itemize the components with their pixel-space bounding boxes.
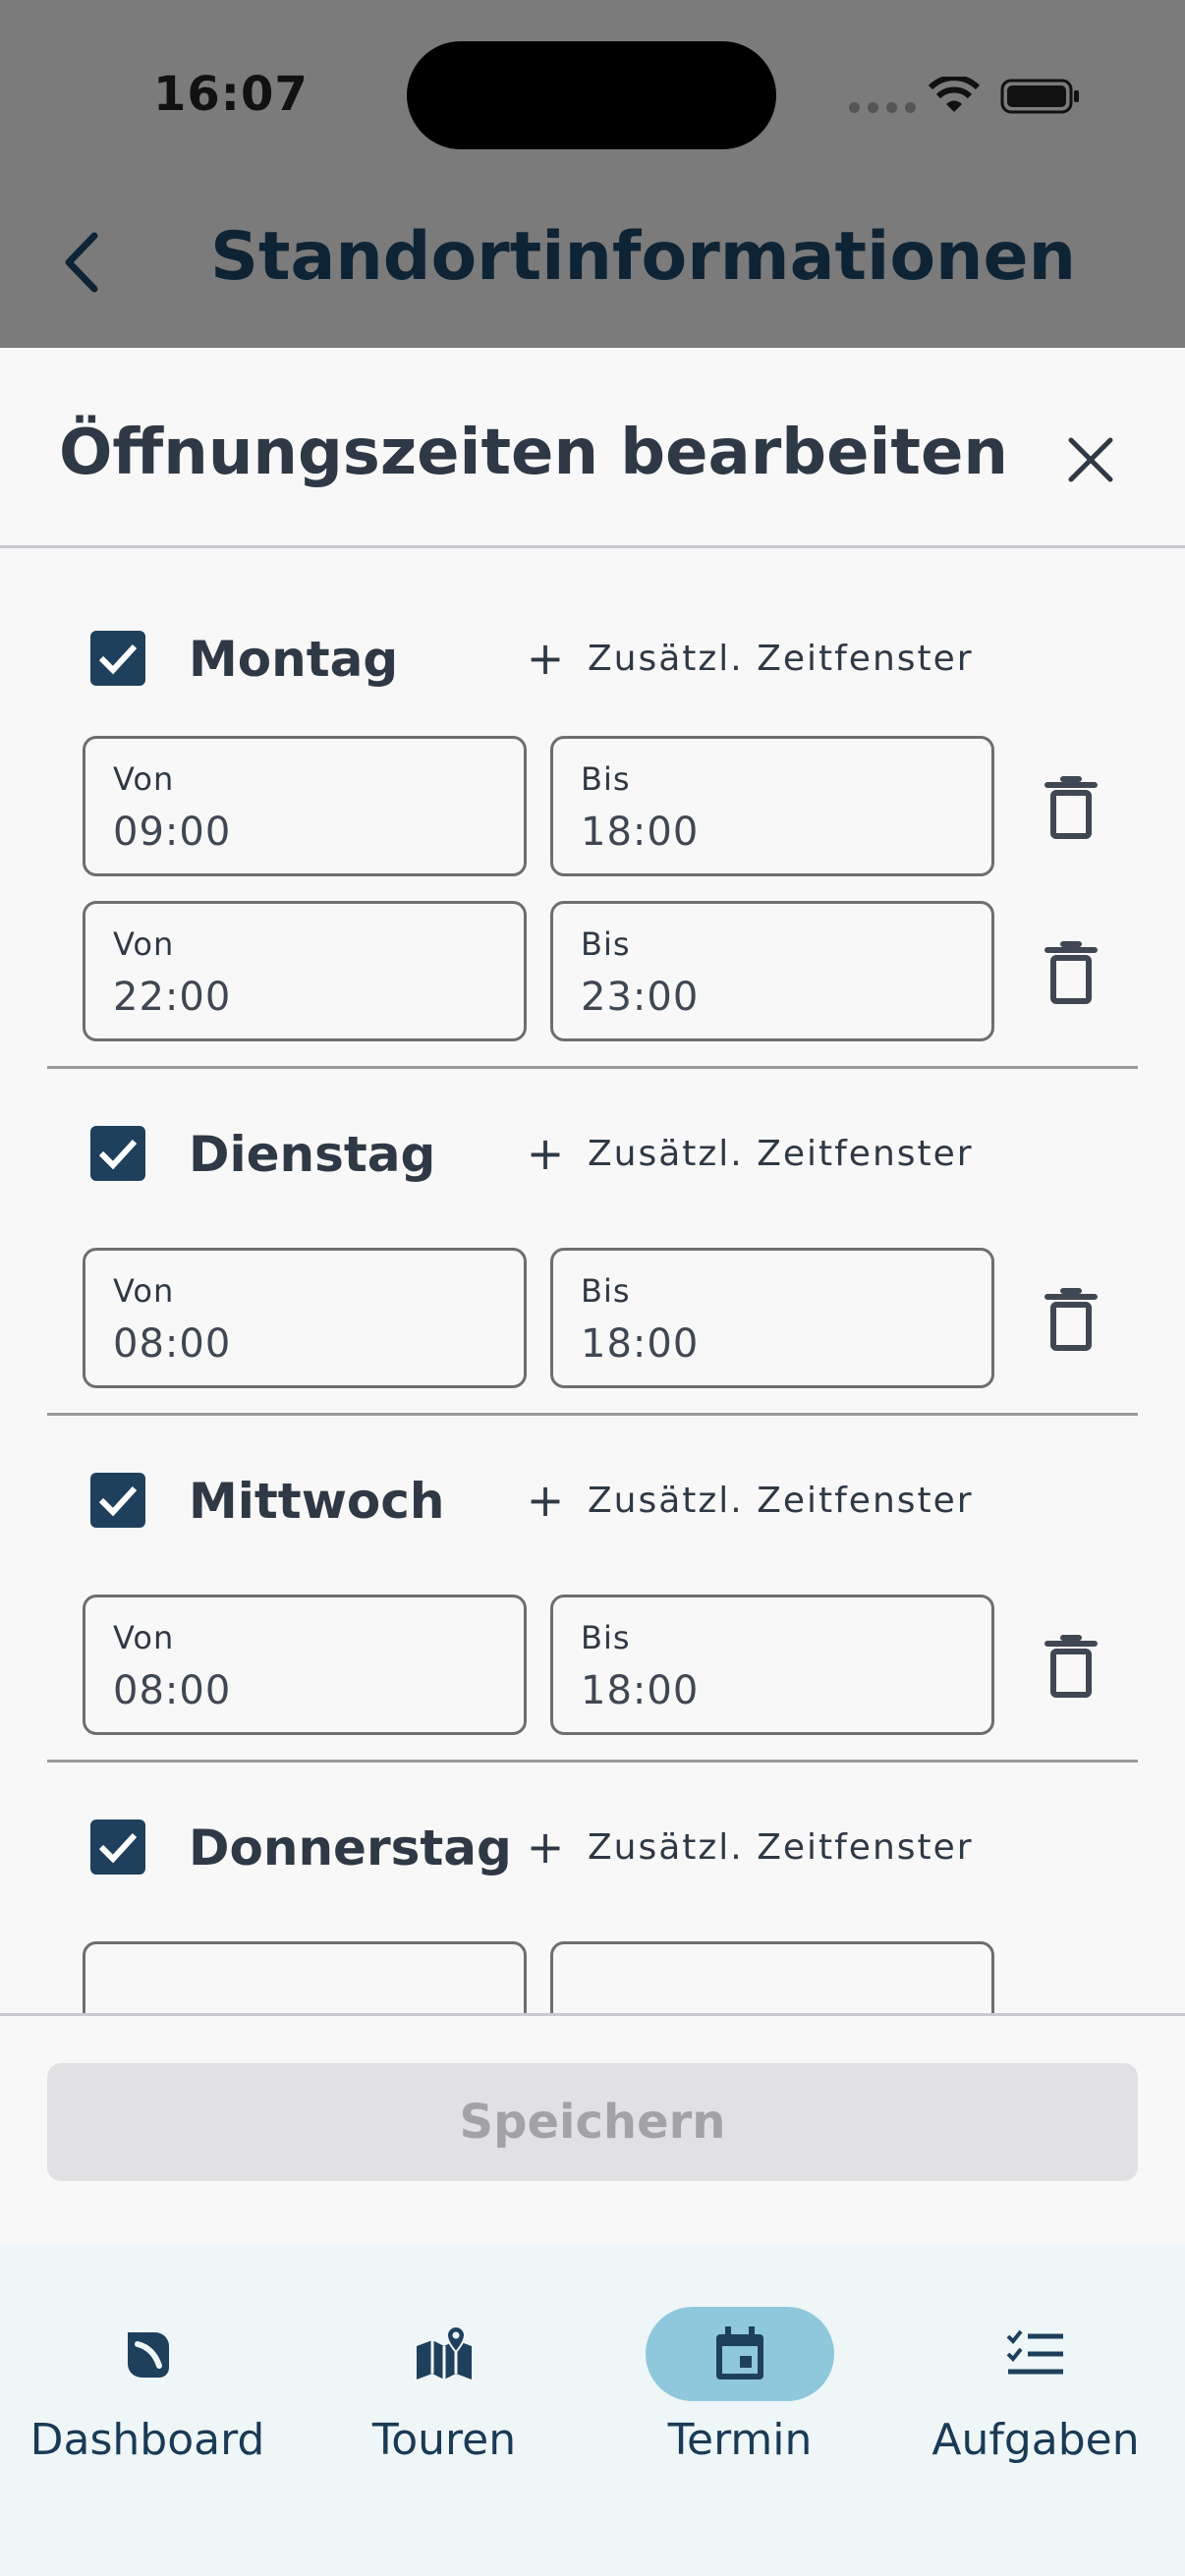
from-value: 22:00 (113, 975, 232, 1020)
to-label: Bis (581, 760, 631, 798)
add-time-slot-label: Zusätzl. Zeitfenster (588, 1480, 974, 1521)
dashboard-icon (128, 2332, 169, 2378)
screen: 16:07 Standortinformationen Öffnungszeit… (0, 0, 1185, 2576)
calendar-icon (716, 2326, 763, 2380)
add-time-slot-button[interactable]: + Zusätzl. Zeitfenster (521, 634, 974, 683)
to-time-field[interactable] (550, 1941, 994, 2013)
day-checkbox[interactable] (90, 1473, 145, 1528)
to-time-field[interactable]: Bis 18:00 (550, 736, 994, 876)
plus-icon: + (526, 1127, 565, 1180)
from-label: Von (113, 925, 175, 963)
day-name: Montag (189, 631, 399, 688)
time-slot: Von 22:00 Bis 23:00 (47, 901, 1138, 1066)
day-header: Dienstag + Zusätzl. Zeitfenster (47, 1069, 1138, 1248)
to-time-field[interactable]: Bis 18:00 (550, 1248, 994, 1388)
day-list[interactable]: Montag + Zusätzl. Zeitfenster Von 09:00 … (0, 549, 1185, 2013)
to-label: Bis (581, 1272, 631, 1310)
to-value: 23:00 (581, 975, 700, 1020)
time-slot-partial (47, 1941, 1138, 2013)
from-label: Von (113, 760, 175, 798)
from-time-field[interactable] (83, 1941, 527, 2013)
add-time-slot-label: Zusätzl. Zeitfenster (588, 1133, 974, 1174)
nav-label: Termin (667, 2415, 813, 2465)
nav-item-aufgaben[interactable]: Aufgaben (888, 2273, 1183, 2470)
from-label: Von (113, 1272, 175, 1310)
from-time-field[interactable]: Von 09:00 (83, 736, 527, 876)
from-value: 09:00 (113, 810, 232, 855)
to-value: 18:00 (581, 810, 700, 855)
checkmark-icon (98, 644, 138, 675)
nav-item-touren[interactable]: Touren (297, 2273, 592, 2470)
add-time-slot-label: Zusätzl. Zeitfenster (588, 1826, 974, 1868)
to-time-field[interactable]: Bis 18:00 (550, 1595, 994, 1735)
wifi-icon (928, 77, 981, 112)
day-name: Dienstag (189, 1126, 436, 1183)
save-button[interactable]: Speichern (47, 2063, 1138, 2181)
day-checkbox[interactable] (90, 1126, 145, 1181)
checkmark-icon (98, 1485, 138, 1517)
time-slot: Von 08:00 Bis 18:00 (47, 1595, 1138, 1760)
day-dienstag: Dienstag + Zusätzl. Zeitfenster Von 08:0… (47, 1069, 1138, 1416)
day-checkbox[interactable] (90, 1820, 145, 1875)
bottom-navigation: Dashboard Touren Termin Aufgaben (0, 2244, 1185, 2576)
app-title: Standortinformationen (210, 218, 1076, 296)
nav-label: Touren (371, 2415, 517, 2465)
add-time-slot-label: Zusätzl. Zeitfenster (588, 638, 974, 679)
from-time-field[interactable]: Von 22:00 (83, 901, 527, 1041)
from-value: 08:00 (113, 1668, 232, 1713)
edit-opening-hours-sheet: Öffnungszeiten bearbeiten Montag + Zusät… (0, 348, 1185, 2244)
day-montag: Montag + Zusätzl. Zeitfenster Von 09:00 … (47, 549, 1138, 1069)
close-icon[interactable] (1057, 426, 1124, 493)
from-value: 08:00 (113, 1321, 232, 1367)
sheet-footer: Speichern (0, 2013, 1185, 2244)
plus-icon: + (526, 1474, 565, 1527)
dynamic-island (407, 41, 776, 149)
time-slot: Von 08:00 Bis 18:00 (47, 1248, 1138, 1413)
background-app-bar: 16:07 Standortinformationen (0, 0, 1185, 348)
cellular-signal-icon (849, 102, 916, 113)
nav-label: Aufgaben (931, 2415, 1140, 2465)
sheet-header: Öffnungszeiten bearbeiten (0, 348, 1185, 548)
nav-label: Dashboard (29, 2415, 265, 2465)
from-label: Von (113, 1619, 175, 1656)
trash-icon[interactable] (1040, 1285, 1102, 1354)
to-label: Bis (581, 1619, 631, 1656)
day-header: Montag + Zusätzl. Zeitfenster (47, 549, 1138, 736)
day-mittwoch: Mittwoch + Zusätzl. Zeitfenster Von 08:0… (47, 1416, 1138, 1763)
back-arrow-icon[interactable] (57, 228, 106, 297)
map-icon (417, 2324, 472, 2380)
status-time: 16:07 (153, 67, 309, 122)
from-time-field[interactable]: Von 08:00 (83, 1595, 527, 1735)
plus-icon: + (526, 1820, 565, 1874)
trash-icon[interactable] (1040, 773, 1102, 842)
checkmark-icon (98, 1832, 138, 1864)
to-label: Bis (581, 925, 631, 963)
day-checkbox[interactable] (90, 631, 145, 686)
from-time-field[interactable]: Von 08:00 (83, 1248, 527, 1388)
checkmark-icon (98, 1139, 138, 1170)
nav-item-termin[interactable]: Termin (592, 2273, 887, 2470)
nav-item-dashboard[interactable]: Dashboard (0, 2273, 295, 2470)
to-time-field[interactable]: Bis 23:00 (550, 901, 994, 1041)
checklist-icon (1006, 2329, 1063, 2375)
day-name: Mittwoch (189, 1473, 445, 1530)
day-name: Donnerstag (189, 1820, 512, 1876)
to-value: 18:00 (581, 1321, 700, 1367)
day-header: Mittwoch + Zusätzl. Zeitfenster (47, 1416, 1138, 1595)
add-time-slot-button[interactable]: + Zusätzl. Zeitfenster (521, 1822, 974, 1872)
battery-icon (1000, 79, 1079, 114)
to-value: 18:00 (581, 1668, 700, 1713)
sheet-title: Öffnungszeiten bearbeiten (59, 417, 1008, 489)
plus-icon: + (526, 632, 565, 685)
trash-icon[interactable] (1040, 938, 1102, 1007)
trash-icon[interactable] (1040, 1632, 1102, 1701)
time-slot: Von 09:00 Bis 18:00 (47, 736, 1138, 901)
add-time-slot-button[interactable]: + Zusätzl. Zeitfenster (521, 1129, 974, 1178)
add-time-slot-button[interactable]: + Zusätzl. Zeitfenster (521, 1476, 974, 1525)
day-header: Donnerstag + Zusätzl. Zeitfenster (47, 1763, 1138, 1941)
day-donnerstag: Donnerstag + Zusätzl. Zeitfenster (47, 1763, 1138, 2013)
